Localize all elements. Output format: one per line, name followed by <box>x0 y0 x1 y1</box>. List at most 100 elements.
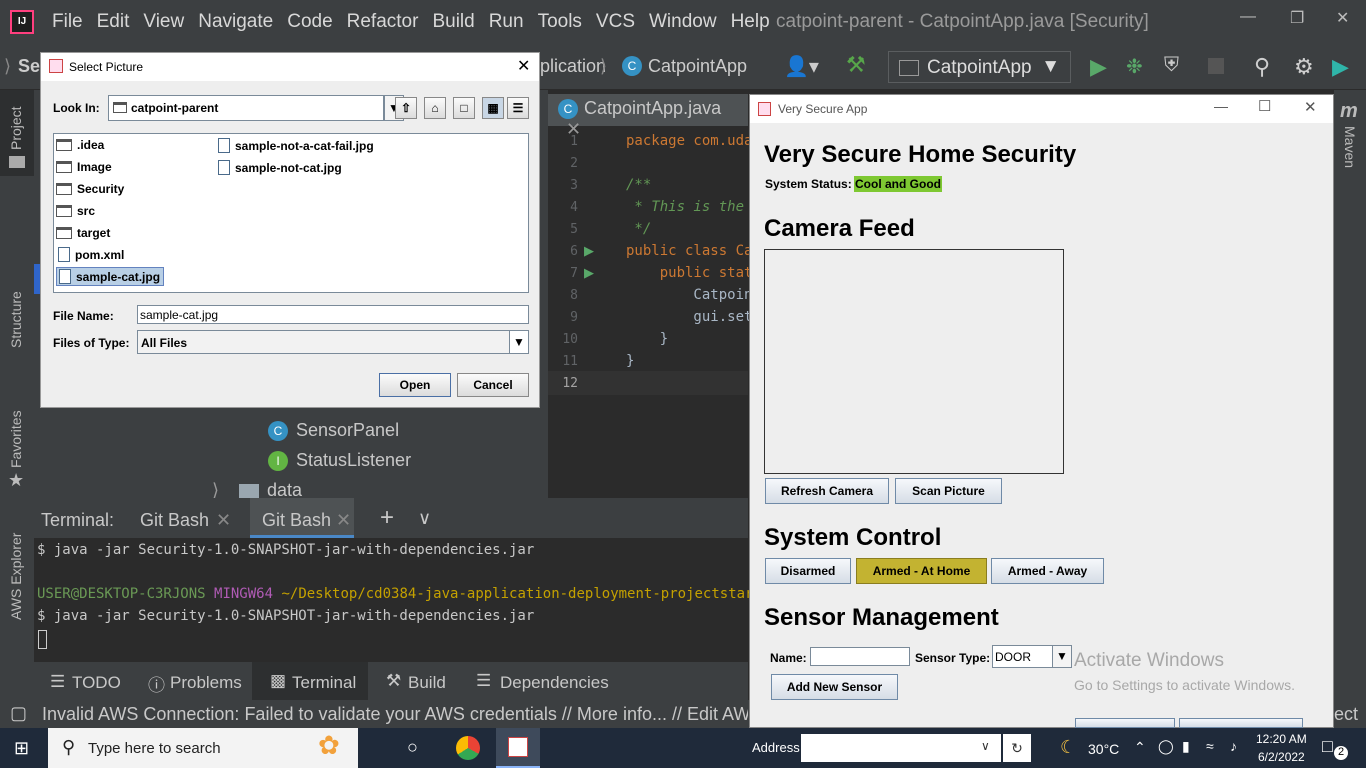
file-item[interactable]: sample-not-a-cat-fail.jpg <box>218 138 374 153</box>
meet-icon[interactable]: ◯ <box>1158 738 1174 755</box>
notifications-icon[interactable]: □ <box>1322 736 1333 757</box>
search-icon[interactable]: ⚲ <box>1254 54 1270 80</box>
tree-item-sensorpanel[interactable]: C SensorPanel <box>268 420 399 441</box>
scan-picture-button[interactable]: Scan Picture <box>895 478 1002 504</box>
cancel-button[interactable]: Cancel <box>457 373 529 397</box>
close-icon[interactable]: ✕ <box>517 56 530 76</box>
tool-problems[interactable]: Problems <box>170 673 242 693</box>
chevron-down-icon[interactable]: ▼ <box>1052 645 1072 668</box>
chevron-down-icon[interactable]: ∨ <box>981 739 990 753</box>
file-item[interactable]: Security <box>56 182 124 196</box>
file-item[interactable]: pom.xml <box>58 247 124 262</box>
up-folder-icon[interactable]: ⇧ <box>395 97 417 119</box>
menu-file[interactable]: File <box>52 11 83 33</box>
chevron-down-icon[interactable]: ▼ <box>509 330 529 354</box>
file-item[interactable]: target <box>56 226 110 240</box>
new-folder-icon[interactable]: □ <box>453 97 475 119</box>
plus-icon[interactable]: + <box>380 504 394 532</box>
tool-dependencies[interactable]: Dependencies <box>500 673 609 693</box>
editor-tab[interactable]: C CatpointApp.java ✕ <box>548 94 748 139</box>
temperature[interactable]: 30°C <box>1088 741 1119 757</box>
volume-icon[interactable]: ♪ <box>1230 738 1237 754</box>
refresh-camera-button[interactable]: Refresh Camera <box>765 478 889 504</box>
wifi-icon[interactable]: ≈ <box>1206 738 1214 754</box>
taskbar-search[interactable]: ⚲ Type here to search ✿ <box>48 728 358 768</box>
menu-build[interactable]: Build <box>432 11 474 33</box>
file-item[interactable]: src <box>56 204 95 218</box>
menu-view[interactable]: View <box>143 11 184 33</box>
file-item-selected[interactable]: sample-cat.jpg <box>56 267 165 286</box>
open-button[interactable]: Open <box>379 373 451 397</box>
tree-item-statuslistener[interactable]: I StatusListener <box>268 450 411 471</box>
breadcrumb-module[interactable]: plication <box>540 56 606 77</box>
task-view-icon[interactable]: ○ <box>407 737 418 758</box>
home-icon[interactable]: ⌂ <box>424 97 446 119</box>
file-item[interactable]: Image <box>56 160 112 174</box>
tool-build[interactable]: Build <box>408 673 446 693</box>
tab-aws-explorer[interactable]: AWS Explorer <box>8 533 24 620</box>
menu-refactor[interactable]: Refactor <box>347 11 419 33</box>
add-sensor-button[interactable]: Add New Sensor <box>771 674 898 700</box>
close-tab-icon[interactable]: ✕ <box>336 510 351 531</box>
maximize-icon[interactable]: ☐ <box>1258 97 1271 115</box>
chevron-down-icon[interactable]: ∨ <box>418 508 431 529</box>
look-in-select[interactable]: catpoint-parent ▼ <box>108 95 404 121</box>
tab-project[interactable]: Project <box>8 106 24 150</box>
tab-favorites[interactable]: Favorites <box>8 410 24 468</box>
address-input[interactable]: ∨ <box>801 734 1001 762</box>
plugin-icon[interactable]: ▶ <box>1332 54 1349 80</box>
refresh-icon[interactable]: ↻ <box>1003 734 1031 762</box>
java-taskbar-item[interactable] <box>496 728 540 768</box>
chrome-icon[interactable] <box>456 736 480 760</box>
file-item[interactable]: .idea <box>56 138 104 152</box>
run-icon[interactable]: ▶ <box>1090 54 1107 80</box>
status-message[interactable]: Invalid AWS Connection: Failed to valida… <box>42 704 748 725</box>
files-of-type-select[interactable]: All Files ▼ <box>137 330 529 354</box>
menu-help[interactable]: Help <box>731 11 770 33</box>
armed-away-button[interactable]: Armed - Away <box>991 558 1104 584</box>
details-view-icon[interactable]: ☰ <box>507 97 529 119</box>
terminal-output[interactable]: $ java -jar Security-1.0-SNAPSHOT-jar-wi… <box>34 538 787 662</box>
menu-navigate[interactable]: Navigate <box>198 11 273 33</box>
breadcrumb-start[interactable]: Se <box>18 56 40 77</box>
menu-window[interactable]: Window <box>649 11 717 33</box>
close-icon[interactable]: ✕ <box>1336 8 1349 28</box>
file-name-input[interactable] <box>137 305 529 324</box>
menu-code[interactable]: Code <box>287 11 332 33</box>
close-icon[interactable]: ✕ <box>1304 98 1317 116</box>
tool-terminal[interactable]: Terminal <box>292 673 356 693</box>
run-gutter-icon[interactable]: ▶ <box>584 243 594 259</box>
run-config-select[interactable]: CatpointApp ▼ <box>888 51 1071 83</box>
file-item[interactable]: sample-not-cat.jpg <box>218 160 342 175</box>
run-gutter-icon[interactable]: ▶ <box>584 265 594 281</box>
menu-vcs[interactable]: VCS <box>596 11 635 33</box>
disarmed-button[interactable]: Disarmed <box>765 558 851 584</box>
menu-tools[interactable]: Tools <box>538 11 582 33</box>
menu-run[interactable]: Run <box>489 11 524 33</box>
tab-structure[interactable]: Structure <box>8 291 24 348</box>
armed-home-button[interactable]: Armed - At Home <box>856 558 987 584</box>
partial-button[interactable] <box>1179 718 1303 728</box>
user-icon[interactable]: 👤▾ <box>784 54 819 79</box>
sensor-name-input[interactable] <box>810 647 910 666</box>
close-tab-icon[interactable]: ✕ <box>216 510 231 531</box>
partial-button[interactable] <box>1075 718 1175 728</box>
sensor-type-select[interactable]: DOOR ▼ <box>992 645 1072 668</box>
list-view-icon[interactable]: ▦ <box>482 97 504 119</box>
hammer-icon[interactable]: ⚒ <box>846 52 866 78</box>
terminal-tab-1[interactable]: Git Bash <box>140 510 209 531</box>
terminal-tab-2[interactable]: Git Bash <box>262 510 331 531</box>
tab-maven[interactable]: Maven <box>1342 126 1358 168</box>
clock-date[interactable]: 6/2/2022 <box>1258 750 1305 764</box>
gear-icon[interactable]: ⚙ <box>1294 54 1314 80</box>
windows-start-icon[interactable]: ⊞ <box>14 738 29 759</box>
stop-icon[interactable] <box>1208 58 1224 74</box>
minimize-icon[interactable]: — <box>1240 8 1256 26</box>
menu-edit[interactable]: Edit <box>97 11 130 33</box>
file-list[interactable]: .idea Image Security src target pom.xml … <box>53 133 529 293</box>
chevron-up-icon[interactable]: ⌃ <box>1134 739 1146 756</box>
minimize-icon[interactable]: — <box>1214 98 1228 114</box>
clock-time[interactable]: 12:20 AM <box>1256 732 1307 746</box>
battery-icon[interactable]: ▮ <box>1182 738 1190 755</box>
debug-icon[interactable]: ❉ <box>1126 54 1143 79</box>
